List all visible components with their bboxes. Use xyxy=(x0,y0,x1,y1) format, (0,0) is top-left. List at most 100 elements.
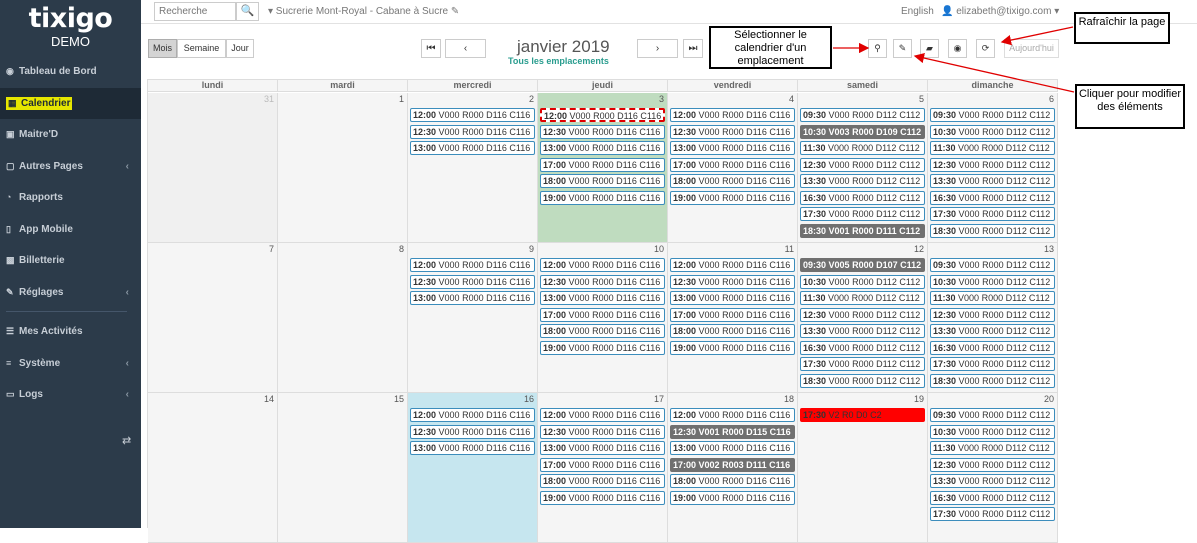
calendar-event[interactable]: 17:00 V000 R000 D116 C116 xyxy=(540,307,665,322)
today-button[interactable]: Aujourd'hui xyxy=(1004,39,1059,58)
calendar-event[interactable]: 11:30 V000 R000 D112 C112 xyxy=(930,291,1055,305)
language-switch[interactable]: English xyxy=(901,6,934,17)
calendar-event[interactable]: 10:30 V000 R000 D112 C112 xyxy=(930,124,1055,139)
location-pin-icon[interactable]: ⚲ xyxy=(868,39,887,58)
calendar-event[interactable]: 17:30 V000 R000 D112 C112 xyxy=(800,357,925,371)
calendar-event[interactable]: 11:30 V000 R000 D112 C112 xyxy=(930,141,1055,155)
calendar-event[interactable]: 12:00 V000 R000 D116 C116 xyxy=(540,258,665,272)
calendar-event[interactable]: 13:30 V000 R000 D112 C112 xyxy=(930,174,1055,188)
calendar-event[interactable]: 13:30 V000 R000 D112 C112 xyxy=(800,324,925,338)
location-selector[interactable]: ▾ Sucrerie Mont-Royal - Cabane à Sucre ✎ xyxy=(268,6,459,17)
calendar-event[interactable]: 12:30 V000 R000 D112 C112 xyxy=(800,157,925,172)
calendar-event[interactable]: 13:00 V000 R000 D116 C116 xyxy=(670,141,795,155)
day-cell[interactable]: 1 xyxy=(278,93,408,243)
sidebar-toggle-icon[interactable]: ⇄ xyxy=(122,434,131,447)
calendar-event[interactable]: 16:30 V000 R000 D112 C112 xyxy=(930,190,1055,205)
calendar-event[interactable]: 12:30 V000 R000 D112 C112 xyxy=(800,307,925,322)
calendar-event[interactable]: 12:30 V000 R000 D116 C116 xyxy=(410,274,535,289)
calendar-event[interactable]: 13:00 V000 R000 D116 C116 xyxy=(410,441,535,455)
calendar-event[interactable]: 12:30 V000 R000 D112 C112 xyxy=(930,457,1055,472)
calendar-event[interactable]: 17:00 V002 R003 D111 C116 xyxy=(670,457,795,472)
calendar-event[interactable]: 10:30 V000 R000 D112 C112 xyxy=(930,424,1055,439)
calendar-event[interactable]: 13:00 V000 R000 D116 C116 xyxy=(410,291,535,305)
calendar-event[interactable]: 10:30 V000 R000 D112 C112 xyxy=(930,274,1055,289)
calendar-event[interactable]: 09:30 V000 R000 D112 C112 xyxy=(800,108,925,122)
day-cell[interactable]: 6 09:30 V000 R000 D112 C112 10:30 V000 R00… xyxy=(928,93,1058,243)
calendar-event[interactable]: 13:00 V000 R000 D116 C116 xyxy=(670,441,795,455)
calendar-event[interactable]: 12:30 V000 R000 D116 C116 xyxy=(670,274,795,289)
calendar-event[interactable]: 12:30 V000 R000 D116 C116 xyxy=(410,424,535,439)
day-cell[interactable]: 31 xyxy=(148,93,278,243)
calendar-event[interactable]: 12:00 V000 R000 D116 C116 xyxy=(410,408,535,422)
sidebar-item-logs[interactable]: ▭ Logs ‹ xyxy=(0,379,141,411)
calendar-event[interactable]: 12:00 V000 R000 D116 C116 xyxy=(540,108,665,122)
calendar-event[interactable]: 13:00 V000 R000 D116 C116 xyxy=(540,141,665,155)
day-cell[interactable]: 12 09:30 V005 R000 D107 C112 10:30 V000 R0… xyxy=(798,243,928,393)
day-cell[interactable]: 20 09:30 V000 R000 D112 C112 10:30 V000 R0… xyxy=(928,393,1058,543)
calendar-event[interactable]: 18:30 V000 R000 D112 C112 xyxy=(800,373,925,388)
calendar-event[interactable]: 18:30 V001 R000 D111 C112 xyxy=(800,223,925,238)
calendar-event[interactable]: 12:00 V000 R000 D116 C116 xyxy=(670,108,795,122)
day-cell[interactable]: 11 12:00 V000 R000 D116 C116 12:30 V000 R0… xyxy=(668,243,798,393)
calendar-event[interactable]: 12:30 V000 R000 D116 C116 xyxy=(540,124,665,139)
calendar-event[interactable]: 17:00 V000 R000 D116 C116 xyxy=(670,307,795,322)
calendar-event[interactable]: 13:00 V000 R000 D116 C116 xyxy=(670,291,795,305)
calendar-event[interactable]: 12:00 V000 R000 D116 C116 xyxy=(540,408,665,422)
sidebar-item-autres-pages[interactable]: ▢ Autres Pages ‹ xyxy=(0,151,141,183)
calendar-event[interactable]: 12:00 V000 R000 D116 C116 xyxy=(670,408,795,422)
sidebar-item-mes-activit-s[interactable]: ☰ Mes Activités xyxy=(0,316,141,348)
sidebar-item-app-mobile[interactable]: ▯ App Mobile xyxy=(0,214,141,246)
sidebar-item-billetterie[interactable]: ▩ Billetterie xyxy=(0,245,141,277)
calendar-event[interactable]: 09:30 V005 R000 D107 C112 xyxy=(800,258,925,272)
calendar-event[interactable]: 16:30 V000 R000 D112 C112 xyxy=(930,490,1055,505)
calendar-event[interactable]: 11:30 V000 R000 D112 C112 xyxy=(800,141,925,155)
calendar-event[interactable]: 12:30 V000 R000 D112 C112 xyxy=(930,307,1055,322)
sidebar-item-rapports[interactable]: ◔ Rapports xyxy=(0,182,141,214)
calendar-event[interactable]: 17:00 V000 R000 D116 C116 xyxy=(540,457,665,472)
calendar-event[interactable]: 17:30 V2 R0 D0 C2 xyxy=(800,408,925,422)
day-cell[interactable]: 9 12:00 V000 R000 D116 C116 12:30 V000 R00… xyxy=(408,243,538,393)
sidebar-item-r-glages[interactable]: ✎ Réglages ‹ xyxy=(0,277,141,309)
eye-icon[interactable]: ◉ xyxy=(948,39,967,58)
calendar-event[interactable]: 12:30 V000 R000 D116 C116 xyxy=(670,124,795,139)
calendar-event[interactable]: 11:30 V000 R000 D112 C112 xyxy=(930,441,1055,455)
first-page-button[interactable]: ⏮ xyxy=(421,39,441,58)
search-icon[interactable]: 🔍 xyxy=(236,2,259,21)
sidebar-item-syst-me[interactable]: ≡ Système ‹ xyxy=(0,348,141,380)
day-cell[interactable]: 7 xyxy=(148,243,278,393)
day-cell[interactable]: 10 12:00 V000 R000 D116 C116 12:30 V000 R0… xyxy=(538,243,668,393)
day-cell[interactable]: 5 09:30 V000 R000 D112 C112 10:30 V003 R00… xyxy=(798,93,928,243)
view-month-button[interactable]: Mois xyxy=(148,39,177,58)
view-day-button[interactable]: Jour xyxy=(226,39,254,58)
calendar-event[interactable]: 12:30 V001 R000 D115 C116 xyxy=(670,424,795,439)
calendar-event[interactable]: 17:30 V000 R000 D112 C112 xyxy=(930,357,1055,371)
refresh-icon[interactable]: ⟳ xyxy=(976,39,995,58)
calendar-event[interactable]: 09:30 V000 R000 D112 C112 xyxy=(930,108,1055,122)
day-cell[interactable]: 15 xyxy=(278,393,408,543)
calendar-event[interactable]: 18:30 V000 R000 D112 C112 xyxy=(930,373,1055,388)
view-week-button[interactable]: Semaine xyxy=(177,39,226,58)
day-cell[interactable]: 8 xyxy=(278,243,408,393)
calendar-event[interactable]: 12:30 V000 R000 D116 C116 xyxy=(410,124,535,139)
day-cell[interactable]: 18 12:00 V000 R000 D116 C116 12:30 V001 R0… xyxy=(668,393,798,543)
calendar-event[interactable]: 09:30 V000 R000 D112 C112 xyxy=(930,258,1055,272)
calendar-event[interactable]: 12:30 V000 R000 D116 C116 xyxy=(540,424,665,439)
calendar-event[interactable]: 19:00 V000 R000 D116 C116 xyxy=(670,340,795,355)
calendar-event[interactable]: 12:30 V000 R000 D116 C116 xyxy=(540,274,665,289)
logo[interactable]: tixigo DEMO xyxy=(0,0,141,56)
day-cell[interactable]: 19 17:30 V2 R0 D0 C2 xyxy=(798,393,928,543)
calendar-event[interactable]: 18:00 V000 R000 D116 C116 xyxy=(670,174,795,188)
calendar-event[interactable]: 19:00 V000 R000 D116 C116 xyxy=(540,190,665,205)
day-cell[interactable]: 17 12:00 V000 R000 D116 C116 12:30 V000 R0… xyxy=(538,393,668,543)
calendar-event[interactable]: 12:00 V000 R000 D116 C116 xyxy=(410,258,535,272)
calendar-event[interactable]: 12:00 V000 R000 D116 C116 xyxy=(670,258,795,272)
day-cell[interactable]: 13 09:30 V000 R000 D112 C112 10:30 V000 R0… xyxy=(928,243,1058,393)
calendar-event[interactable]: 13:30 V000 R000 D112 C112 xyxy=(930,324,1055,338)
calendar-event[interactable]: 13:30 V000 R000 D112 C112 xyxy=(800,174,925,188)
calendar-event[interactable]: 13:00 V000 R000 D116 C116 xyxy=(540,291,665,305)
search-input[interactable] xyxy=(154,2,236,21)
calendar-event[interactable]: 16:30 V000 R000 D112 C112 xyxy=(800,190,925,205)
next-button[interactable]: › xyxy=(637,39,678,58)
last-page-button[interactable]: ⏭ xyxy=(683,39,703,58)
calendar-event[interactable]: 17:00 V000 R000 D116 C116 xyxy=(670,157,795,172)
